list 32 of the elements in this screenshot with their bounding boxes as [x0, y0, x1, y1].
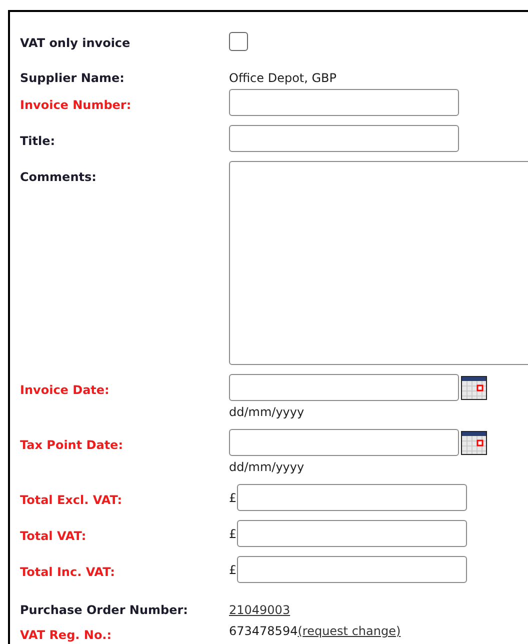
field-value: Office Depot, GBP [229, 71, 337, 85]
field-label: Invoice Number: [20, 98, 132, 112]
field-label: Purchase Order Number: [20, 603, 188, 617]
date-field[interactable] [229, 374, 459, 401]
comments-field[interactable] [229, 161, 528, 365]
field-label: Tax Point Date: [20, 438, 123, 452]
currency-symbol: £ [229, 526, 237, 542]
field-label: Comments: [20, 170, 96, 184]
calendar-icon[interactable] [461, 376, 487, 400]
currency-symbol: £ [229, 562, 237, 578]
order-link[interactable]: 21049003 [229, 603, 290, 617]
field-label: Supplier Name: [20, 71, 124, 85]
field-label: Total Inc. VAT: [20, 565, 115, 579]
date-format-hint: dd/mm/yyyy [229, 404, 306, 420]
amount-field[interactable] [236, 484, 467, 511]
field-label: Total Excl. VAT: [20, 493, 122, 507]
checkbox[interactable] [229, 32, 248, 51]
field-label: VAT only invoice [20, 36, 130, 50]
date-format-hint: dd/mm/yyyy [229, 459, 306, 475]
field-label: Total VAT: [20, 529, 86, 543]
amount-field[interactable] [236, 556, 467, 583]
calendar-icon[interactable] [461, 430, 487, 454]
date-field[interactable] [229, 429, 459, 456]
field-label: Title: [20, 134, 56, 148]
input-field[interactable] [229, 89, 459, 116]
field-value: 673478594 [229, 623, 298, 640]
input-field[interactable] [229, 125, 459, 152]
field-label: Invoice Date: [20, 383, 110, 397]
request-change-link[interactable]: (request change) [298, 622, 401, 640]
currency-symbol: £ [229, 490, 237, 506]
amount-field[interactable] [236, 520, 467, 547]
field-label: VAT Reg. No.: [20, 628, 112, 642]
